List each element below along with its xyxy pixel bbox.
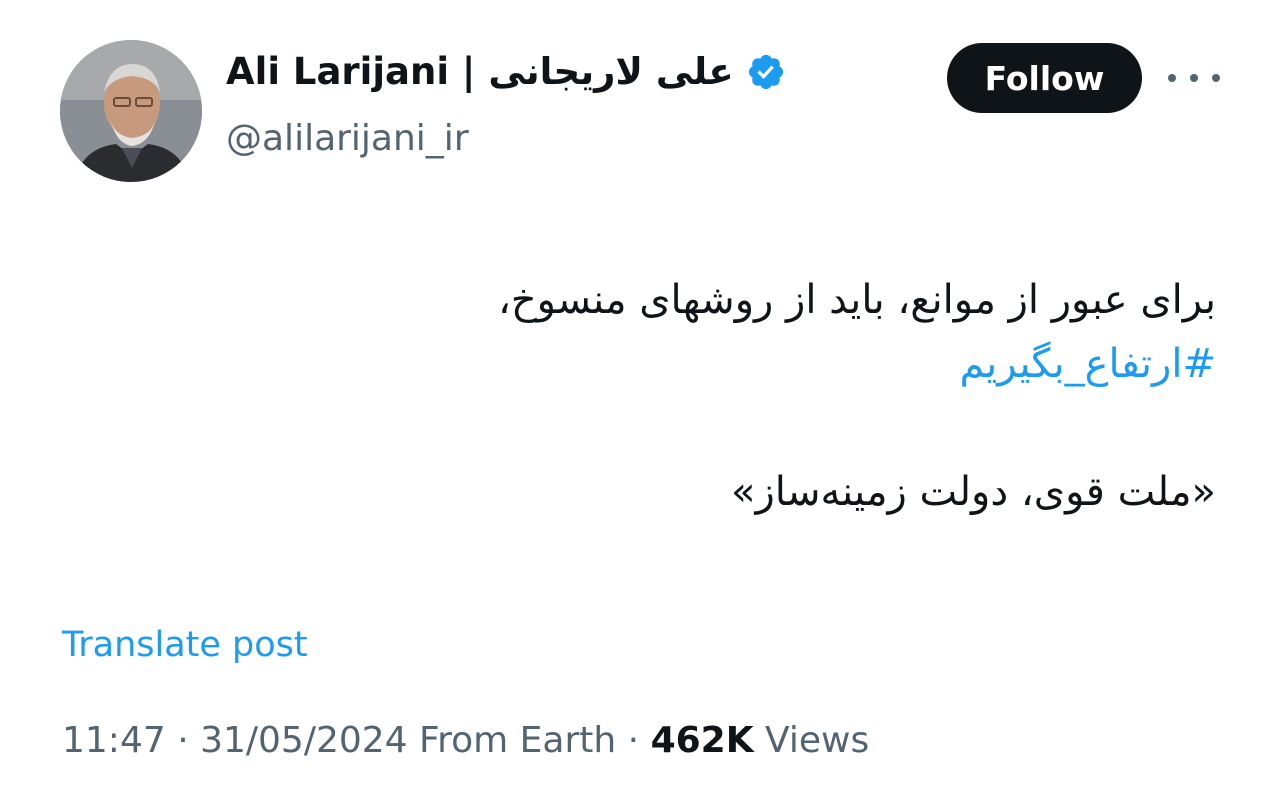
tweet-spacer [216, 396, 1216, 460]
tweet-page: Ali Larijani | علی لاریجانی @alilarijani… [0, 0, 1280, 799]
more-dot [1190, 74, 1198, 82]
tweet-text: برای عبور از موانع، باید از روشهای منسوخ… [216, 268, 1216, 524]
more-dot [1168, 74, 1176, 82]
views-count: 462K [650, 720, 754, 761]
avatar-portrait-icon [60, 40, 202, 182]
tweet-time[interactable]: 11:47 [62, 720, 166, 761]
author-name-row[interactable]: Ali Larijani | علی لاریجانی [226, 50, 786, 93]
views-label: Views [753, 720, 870, 761]
verified-badge-icon[interactable] [746, 52, 786, 92]
avatar[interactable] [60, 40, 202, 182]
tweet-line: «ملت قوی، دولت زمینه‌ساز» [731, 469, 1216, 515]
author-display-name[interactable]: Ali Larijani | علی لاریجانی [226, 50, 734, 93]
author-handle[interactable]: @alilarijani_ir [226, 118, 469, 159]
meta-separator: · [165, 720, 201, 761]
follow-button[interactable]: Follow [947, 43, 1142, 113]
translate-post-link[interactable]: Translate post [62, 625, 308, 665]
tweet-source: From Earth [407, 720, 617, 761]
meta-separator: · [616, 720, 651, 761]
more-horizontal-icon[interactable] [1168, 62, 1220, 94]
more-dot [1212, 74, 1220, 82]
tweet-line: برای عبور از موانع، باید از روشهای منسوخ… [497, 277, 1216, 323]
tweet-date[interactable]: 31/05/2024 [200, 720, 408, 761]
hashtag-link[interactable]: #ارتفاع_بگیریم [216, 332, 1216, 396]
tweet-meta: 11:47 · 31/05/2024 From Earth · 462K Vie… [62, 720, 869, 761]
